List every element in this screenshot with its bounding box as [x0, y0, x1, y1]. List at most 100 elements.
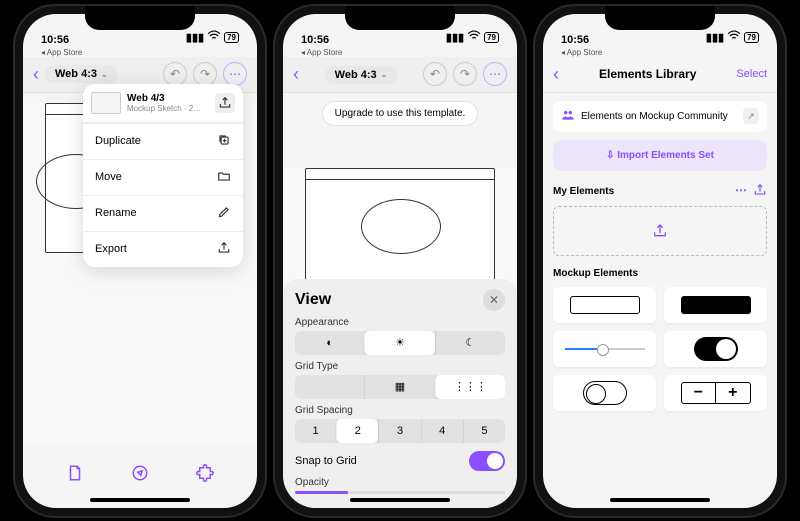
menu-rename[interactable]: Rename [83, 195, 243, 231]
community-label: Elements on Mockup Community [581, 111, 728, 122]
spacing-5[interactable]: 5 [463, 419, 505, 443]
home-indicator[interactable] [610, 498, 710, 502]
home-indicator[interactable] [90, 498, 190, 502]
import-elements-button[interactable]: ⇩ Import Elements Set [553, 140, 767, 171]
external-link-icon: ↗ [743, 108, 759, 124]
breadcrumb[interactable]: ◂ App Store [283, 48, 517, 57]
signal-icon: ▮▮▮ [186, 31, 204, 44]
doc-title: Web 4:3 [55, 68, 97, 80]
notch [345, 6, 455, 30]
chevron-down-icon: ⌄ [101, 70, 108, 79]
appearance-label: Appearance [295, 317, 505, 328]
spacing-1[interactable]: 1 [295, 419, 336, 443]
grid-spacing-segment[interactable]: 1 2 3 4 5 [295, 419, 505, 443]
breadcrumb[interactable]: ◂ App Store [23, 48, 257, 57]
back-button[interactable]: ‹ [553, 64, 559, 85]
spacing-2[interactable]: 2 [336, 419, 378, 443]
topbar: ‹ Web 4:3 ⌄ ↶ ↷ ⋯ [283, 57, 517, 93]
document-icon[interactable] [66, 464, 84, 487]
more-button[interactable]: ⋯ [223, 62, 247, 86]
elements-grid: −+ [553, 287, 767, 411]
grid-squares[interactable]: ▦ [364, 375, 434, 399]
menu-doc-subtitle: Mockup Sketch · 2… [127, 104, 209, 113]
my-elements-empty[interactable] [553, 206, 767, 256]
battery-badge: 79 [484, 32, 499, 43]
canvas-frame[interactable] [305, 168, 495, 288]
menu-header: Web 4/3 Mockup Sketch · 2… [83, 84, 243, 123]
doc-thumbnail [91, 92, 121, 114]
notch [85, 6, 195, 30]
redo-button[interactable]: ↷ [453, 62, 477, 86]
phone-2: 10:56 ▮▮▮ 79 ◂ App Store ‹ Web 4:3 ⌄ ↶ ↷… [275, 6, 525, 516]
pencil-icon [217, 205, 231, 222]
export-icon [217, 241, 231, 258]
back-button[interactable]: ‹ [293, 64, 299, 85]
community-link[interactable]: Elements on Mockup Community ↗ [553, 101, 767, 132]
appearance-light[interactable]: ☀ [364, 331, 434, 355]
page-title: Elements Library [565, 67, 730, 81]
ellipse-shape[interactable] [361, 199, 441, 254]
status-time: 10:56 [301, 34, 329, 46]
phone-3: 10:56 ▮▮▮ 79 ◂ App Store ‹ Elements Libr… [535, 6, 785, 516]
element-slider[interactable] [553, 331, 656, 367]
snap-label: Snap to Grid [295, 455, 357, 467]
battery-badge: 79 [744, 32, 759, 43]
notch [605, 6, 715, 30]
spacing-4[interactable]: 4 [421, 419, 463, 443]
grid-type-label: Grid Type [295, 361, 505, 372]
chevron-down-icon: ⌄ [381, 70, 388, 79]
more-button[interactable]: ⋯ [483, 62, 507, 86]
duplicate-icon [217, 133, 231, 150]
appearance-segment[interactable]: ◐ ☀ ☾ [295, 331, 505, 355]
back-button[interactable]: ‹ [33, 64, 39, 85]
grid-dots[interactable]: ⋮⋮⋮ [435, 375, 505, 399]
panel-title: View [295, 291, 331, 309]
context-menu: Web 4/3 Mockup Sketch · 2… Duplicate Mov… [83, 84, 243, 267]
status-time: 10:56 [561, 34, 589, 46]
doc-title-dropdown[interactable]: Web 4:3 ⌄ [325, 66, 398, 84]
select-button[interactable]: Select [736, 68, 767, 80]
home-indicator[interactable] [350, 498, 450, 502]
element-button-outline[interactable] [553, 287, 656, 323]
element-switch-on[interactable] [664, 331, 767, 367]
element-switch-off[interactable] [553, 375, 656, 411]
wifi-icon [207, 29, 221, 46]
upgrade-banner[interactable]: Upgrade to use this template. [322, 101, 479, 126]
opacity-slider[interactable] [295, 491, 505, 494]
more-icon[interactable]: ⋯ [735, 183, 747, 200]
folder-icon [217, 169, 231, 186]
view-panel: View ✕ Appearance ◐ ☀ ☾ Grid Type ▦ ⋮⋮⋮ … [283, 279, 517, 508]
redo-button[interactable]: ↷ [193, 62, 217, 86]
people-icon [561, 108, 575, 125]
share-icon[interactable] [753, 183, 767, 200]
phone-1: 10:56 ▮▮▮ 79 ◂ App Store ‹ Web 4:3 ⌄ ↶ ↷… [15, 6, 265, 516]
battery-badge: 79 [224, 32, 239, 43]
mockup-elements-header: Mockup Elements [553, 268, 638, 279]
menu-export[interactable]: Export [83, 231, 243, 267]
undo-button[interactable]: ↶ [163, 62, 187, 86]
undo-button[interactable]: ↶ [423, 62, 447, 86]
signal-icon: ▮▮▮ [706, 31, 724, 44]
wifi-icon [467, 29, 481, 46]
close-button[interactable]: ✕ [483, 289, 505, 311]
snap-toggle[interactable] [469, 451, 505, 471]
doc-title-dropdown[interactable]: Web 4:3 ⌄ [45, 65, 118, 83]
appearance-auto[interactable]: ◐ [295, 331, 364, 355]
grid-type-segment[interactable]: ▦ ⋮⋮⋮ [295, 375, 505, 399]
element-button-solid[interactable] [664, 287, 767, 323]
compass-icon[interactable] [131, 464, 149, 487]
library-body: Elements on Mockup Community ↗ ⇩ Import … [543, 93, 777, 507]
menu-duplicate[interactable]: Duplicate [83, 123, 243, 159]
my-elements-header: My Elements [553, 186, 614, 197]
opacity-label: Opacity [295, 477, 505, 488]
share-button[interactable] [215, 93, 235, 113]
appearance-dark[interactable]: ☾ [435, 331, 505, 355]
element-stepper[interactable]: −+ [664, 375, 767, 411]
doc-title: Web 4:3 [335, 69, 377, 81]
grid-none[interactable] [295, 375, 364, 399]
puzzle-icon[interactable] [196, 464, 214, 487]
status-time: 10:56 [41, 34, 69, 46]
menu-move[interactable]: Move [83, 159, 243, 195]
spacing-3[interactable]: 3 [378, 419, 420, 443]
breadcrumb[interactable]: ◂ App Store [543, 48, 777, 57]
